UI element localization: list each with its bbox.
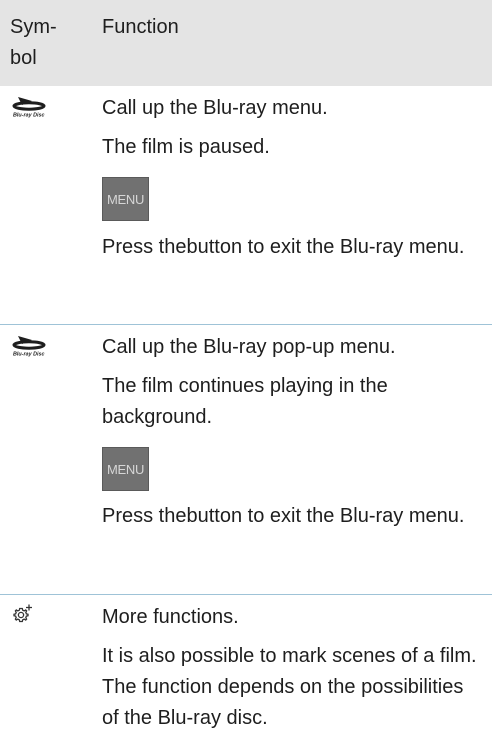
header-symbol: Sym- bol [10, 12, 80, 74]
header-function: Function [102, 16, 179, 38]
function-text: The film is paused. [102, 136, 270, 158]
table-row: Blu-ray Disc Call up the Blu-ray pop-up … [0, 325, 492, 595]
gear-plus-icon [12, 603, 34, 630]
svg-text:Blu-ray Disc: Blu-ray Disc [13, 113, 44, 119]
menu-button: MENU [102, 177, 149, 221]
blu-ray-disc-icon: Blu-ray Disc [12, 94, 48, 118]
function-text: Press thebutton to exit the Blu-ray menu… [102, 505, 465, 527]
menu-button: MENU [102, 447, 149, 491]
function-text: It is also possible to mark scenes of a … [102, 645, 477, 729]
function-text: Call up the Blu-ray menu. [102, 97, 328, 119]
function-text: The film continues playing in the backgr… [102, 375, 388, 428]
header-symbol-line2: bol [10, 47, 37, 69]
function-text: More functions. [102, 606, 239, 628]
table-row: More functions. It is also possible to m… [0, 595, 492, 755]
header-symbol-line1: Sym- [10, 16, 57, 38]
function-text: Press thebutton to exit the Blu-ray menu… [102, 236, 465, 258]
table-row: Blu-ray Disc Call up the Blu-ray menu. T… [0, 86, 492, 325]
symbol-function-table: Sym- bol Function Blu-ray Disc Call up t… [0, 0, 492, 755]
function-text: Call up the Blu-ray pop-up menu. [102, 336, 396, 358]
svg-text:Blu-ray Disc: Blu-ray Disc [13, 352, 44, 358]
table-header: Sym- bol Function [0, 0, 492, 86]
blu-ray-disc-icon: Blu-ray Disc [12, 333, 48, 357]
